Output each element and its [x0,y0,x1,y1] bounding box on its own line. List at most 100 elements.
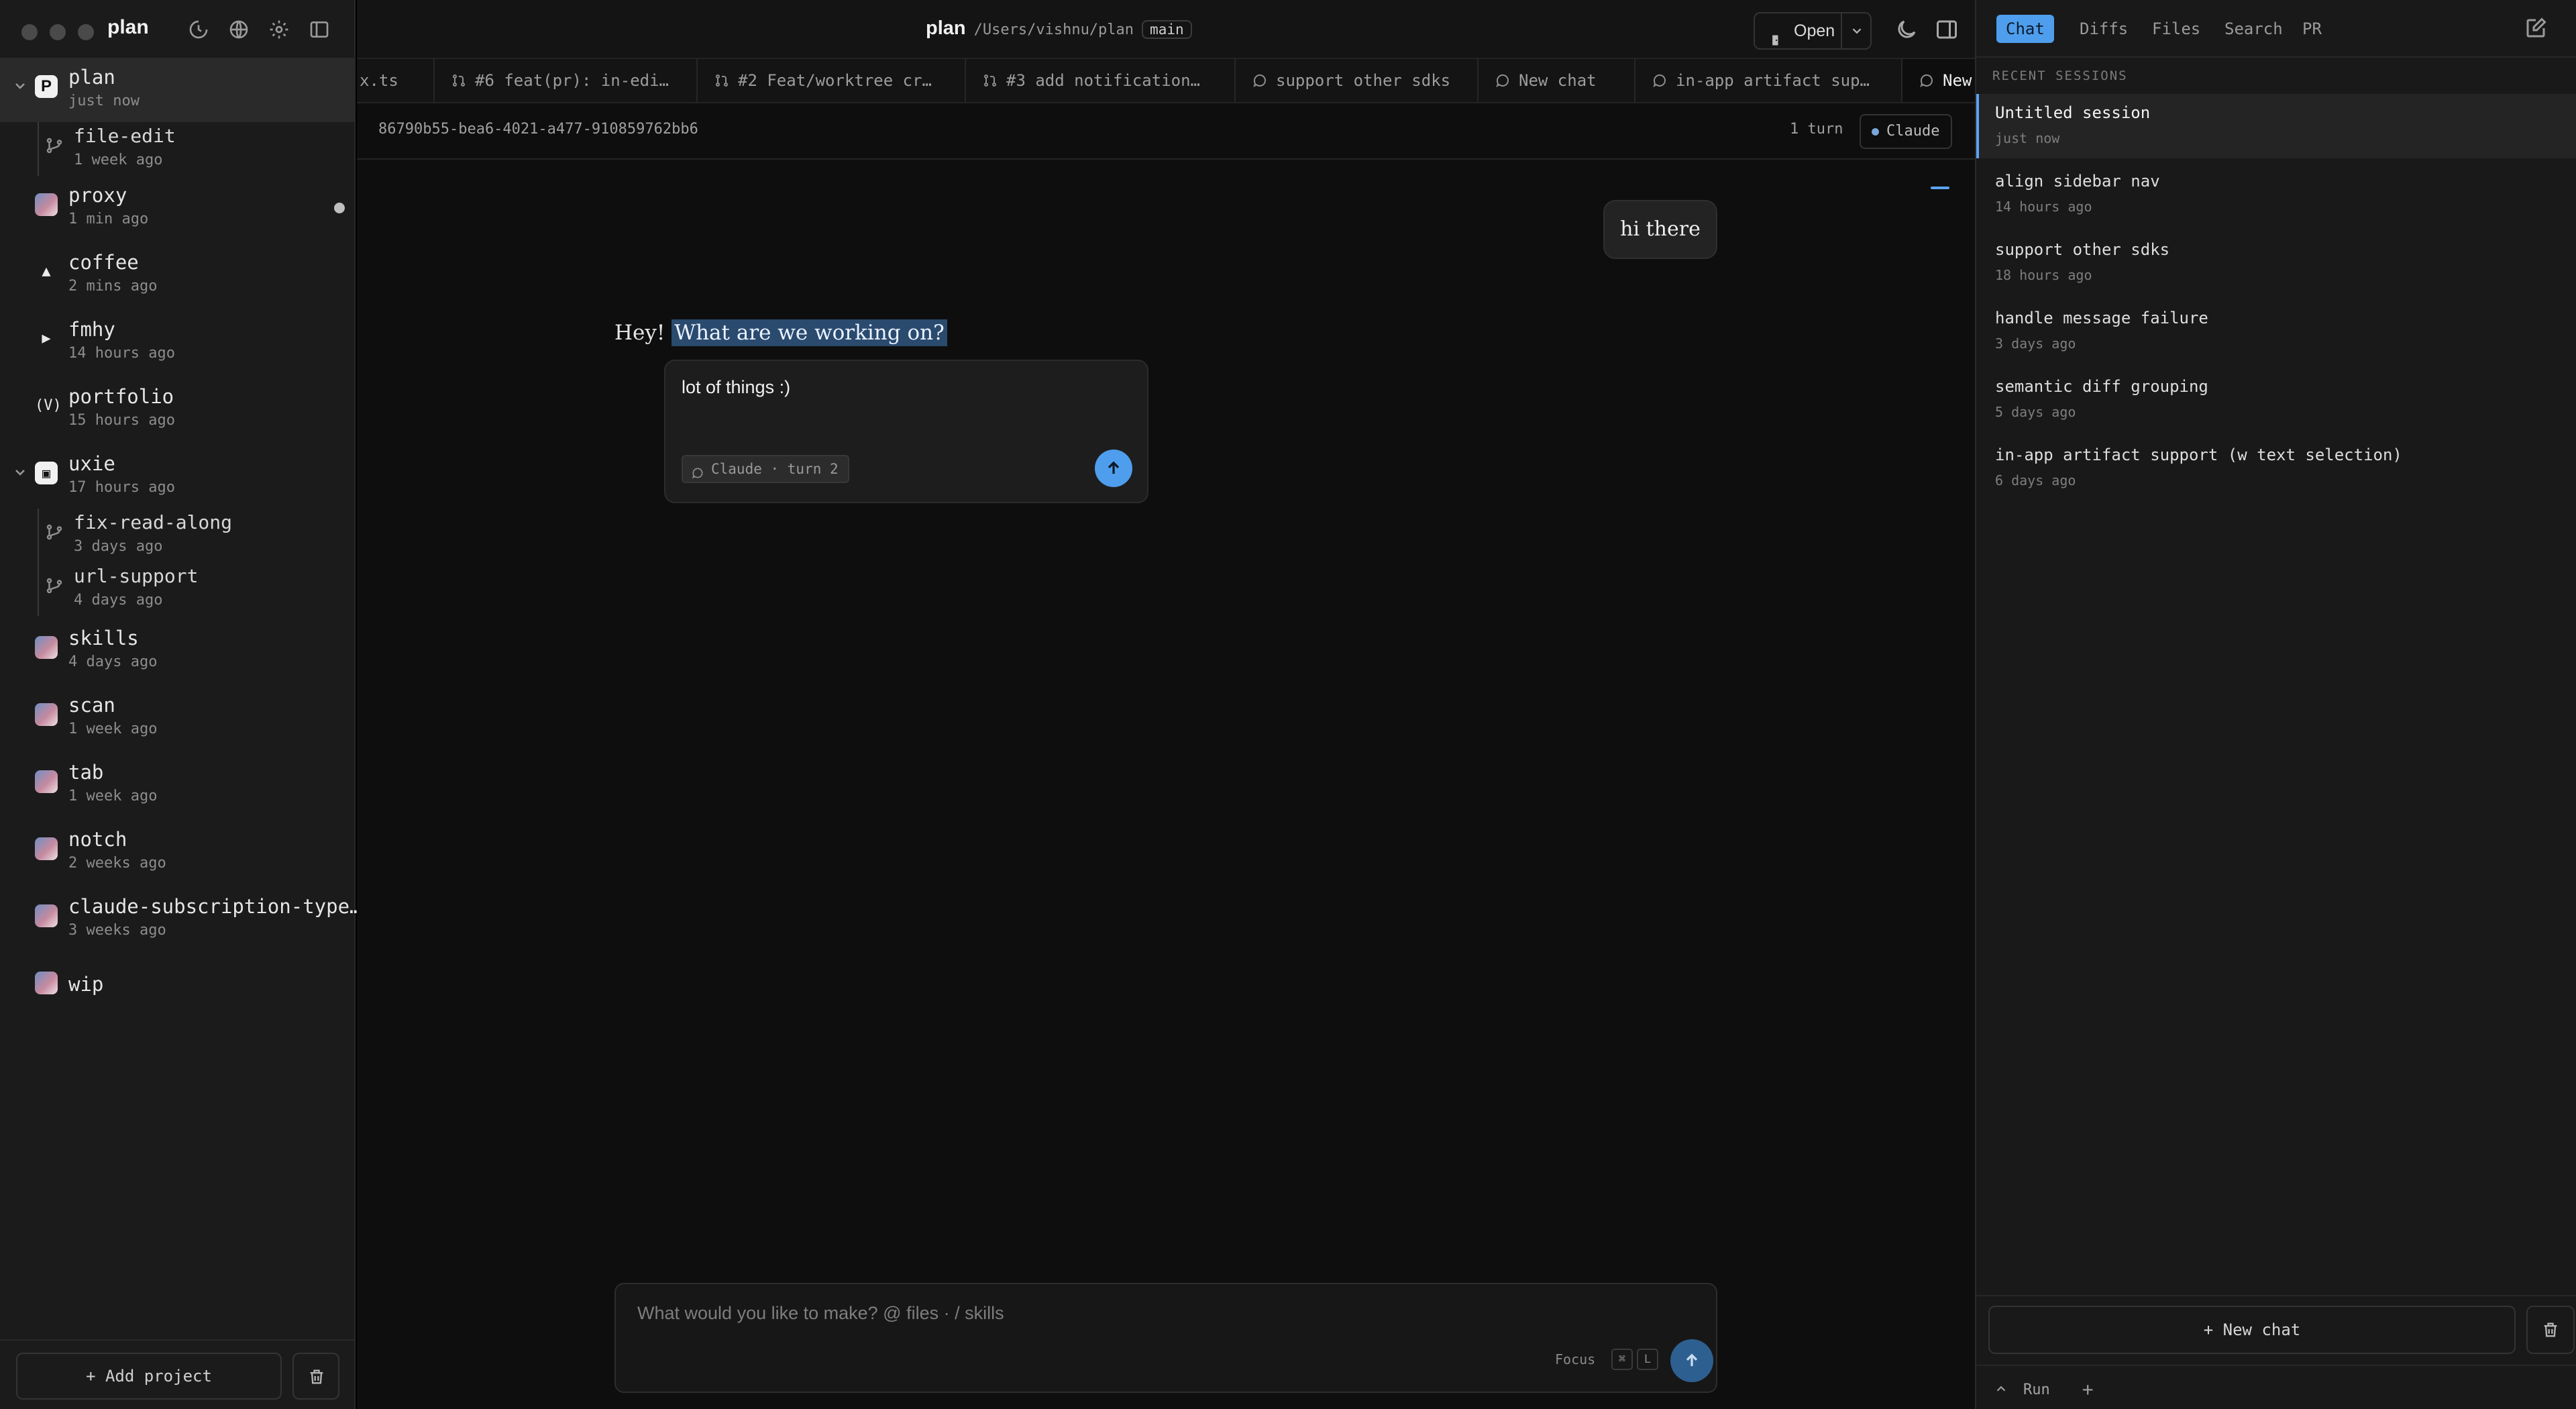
unread-dot-icon [334,203,345,213]
branch-badge[interactable]: main [1142,20,1192,39]
tab-pr-6[interactable]: #6 feat(pr): in-edi… [435,59,698,102]
recent-sessions-heading: RECENT SESSIONS [1992,68,2128,83]
session-time: 14 hours ago [1995,199,2092,215]
branch-time: 3 days ago [74,538,163,555]
project-time: 1 min ago [68,211,149,227]
chevron-down-icon[interactable] [12,464,28,480]
project-item-uxie[interactable]: ▣ uxie 17 hours ago [0,444,356,509]
send-button[interactable] [1670,1339,1713,1382]
session-bar: 86790b55-bea6-4021-a477-910859762bb6 1 t… [357,103,1975,160]
new-chat-button[interactable]: + New chat [1988,1306,2516,1354]
uxie-logo-icon: ▣ [35,462,58,484]
branch-item-url-support[interactable]: url-support 4 days ago [0,562,356,616]
project-item-portfolio[interactable]: (V) portfolio 15 hours ago [0,377,356,441]
session-item[interactable]: in-app artifact support (w text selectio… [1976,436,2576,501]
session-item[interactable]: support other sdks 18 hours ago [1976,231,2576,295]
tab-chat-new-chat[interactable]: New chat [1479,59,1635,102]
main-panel: plan/Users/vishnu/plan main Open x.ts #6 … [357,0,1975,1409]
project-name: fmhy [68,318,115,341]
popover-context-tag: Claude · turn 2 [682,455,849,483]
project-item-notch[interactable]: notch 2 weeks ago [0,820,356,884]
tab-chat[interactable]: Chat [1996,15,2054,43]
tab-file[interactable]: x.ts [357,59,435,102]
project-time: 4 days ago [68,654,158,670]
avatar-icon [35,770,58,793]
sidebar-toggle-icon[interactable] [309,19,330,40]
project-item-tab[interactable]: tab 1 week ago [0,753,356,817]
window-close-button[interactable] [21,24,38,40]
project-item-plan[interactable]: P plan just now [0,58,356,122]
session-item[interactable]: handle message failure 3 days ago [1976,299,2576,364]
run-label[interactable]: Run [2023,1381,2050,1398]
tab-chat-new-active[interactable]: New [1902,59,1975,102]
composer-input[interactable] [637,1303,1442,1324]
project-item-claude-subscription-type[interactable]: claude-subscription-type… 3 weeks ago [0,887,362,951]
session-item[interactable]: semantic diff grouping 5 days ago [1976,368,2576,432]
session-item[interactable]: Untitled session just now [1976,94,2576,158]
gear-icon[interactable] [268,19,290,40]
trash-icon[interactable] [292,1353,339,1400]
arrow-up-icon [1108,461,1120,474]
main-titlebar: plan/Users/vishnu/plan main Open [357,0,1975,59]
project-name: coffee [68,251,139,274]
open-button[interactable]: Open [1754,12,1842,50]
session-time: 18 hours ago [1995,267,2092,283]
popover-send-button[interactable] [1095,450,1132,487]
project-item-proxy[interactable]: proxy 1 min ago [0,176,356,240]
tab-diffs[interactable]: Diffs [2070,15,2137,43]
branch-item-fix-read-along[interactable]: fix-read-along 3 days ago [0,509,356,562]
project-item-fmhy[interactable]: ▶ fmhy 14 hours ago [0,310,356,374]
open-label: Open [1794,21,1835,40]
run-bar[interactable]: Run + [1994,1378,2094,1400]
right-panel-toggle-icon[interactable] [1935,17,1959,42]
assistant-message: Hey! What are we working on? [614,319,947,346]
door-icon [1770,24,1783,46]
tab-files[interactable]: Files [2143,15,2210,43]
triangle-icon: ▲ [42,263,51,280]
selection-reply-popover: lot of things :) Claude · turn 2 [664,360,1148,503]
project-item-scan[interactable]: scan 1 week ago [0,686,356,750]
open-dropdown-button[interactable] [1841,12,1872,50]
turn-count: 1 turn [1790,121,1843,138]
project-title: plan [926,17,966,39]
project-time: 17 hours ago [68,479,175,496]
model-label: Claude [1886,123,1940,140]
selected-text-highlight[interactable]: What are we working on? [672,319,947,346]
globe-icon[interactable] [228,19,250,40]
chat-bubble-icon [1495,62,1511,88]
add-run-button[interactable]: + [2082,1378,2094,1400]
project-item-coffee[interactable]: ▲ coffee 2 mins ago [0,243,356,307]
moon-icon[interactable] [1894,17,1919,42]
model-selector[interactable]: Claude [1860,114,1952,149]
tab-bar: x.ts #6 feat(pr): in-edi… #2 Feat/worktr… [357,59,1975,103]
project-time: 1 week ago [68,788,158,804]
chevron-down-icon[interactable] [12,78,28,94]
trash-icon[interactable] [2526,1306,2575,1354]
project-name: tab [68,761,104,784]
session-item[interactable]: align sidebar nav 14 hours ago [1976,162,2576,227]
assistant-text: Hey! [614,321,665,345]
project-item-wip[interactable]: wip [0,954,356,1019]
tab-pr-2[interactable]: #2 Feat/worktree cr… [698,59,966,102]
tab-label: #6 feat(pr): in-edi… [475,71,669,90]
chevron-up-icon[interactable] [1994,1381,2008,1396]
tab-chat-in-app-artifact[interactable]: in-app artifact sup… [1635,59,1902,102]
divider [1976,1295,2576,1296]
project-item-skills[interactable]: skills 4 days ago [0,619,356,683]
add-project-button[interactable]: + Add project [16,1353,282,1400]
window-zoom-button[interactable] [78,24,94,40]
branch-item-file-edit[interactable]: file-edit 1 week ago [0,122,356,176]
scroll-indicator[interactable] [1931,187,1949,189]
window-minimize-button[interactable] [50,24,66,40]
tab-search[interactable]: Search [2215,15,2292,43]
tab-pr-3[interactable]: #3 add notification… [966,59,1236,102]
activity-icon[interactable] [188,19,209,40]
divider [1976,1365,2576,1366]
tab-label: #3 add notification… [1006,71,1200,90]
avatar-icon [35,904,58,927]
popover-reply-text[interactable]: lot of things :) [682,377,790,398]
tab-chat-support-other-sdks[interactable]: support other sdks [1236,59,1479,102]
compose-icon[interactable] [2524,16,2548,40]
composer: Focus ⌘ L [614,1283,1717,1393]
tab-pr[interactable]: PR [2293,15,2331,43]
